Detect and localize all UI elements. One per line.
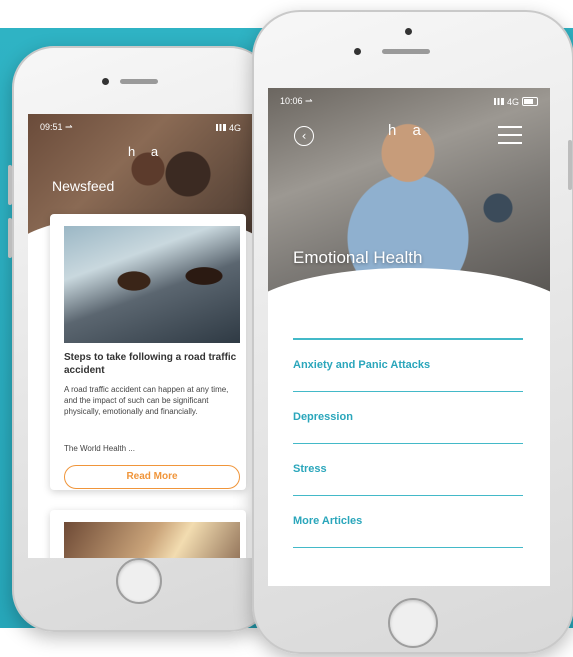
front-phone-screen: 10:06 ⇀ 4G ‹ h a Emotional Health Anxiet… [268,88,550,586]
article-card[interactable] [50,510,246,558]
volume-button [8,165,12,205]
status-carrier: 4G [228,122,241,133]
battery-icon [522,97,538,106]
article-excerpt: A road traffic accident can happen at an… [64,385,229,416]
article-title: Steps to take following a road traffic a… [64,352,237,376]
topic-link-depression[interactable]: Depression [293,392,523,444]
chevron-left-icon[interactable]: ‹ [294,126,314,146]
topic-link-stress[interactable]: Stress [293,444,523,496]
volume-button [8,218,12,258]
home-button[interactable] [116,558,162,604]
front-camera [354,48,361,55]
power-button [568,140,572,190]
earpiece-speaker [120,79,158,84]
read-more-button[interactable]: Read More [64,465,240,489]
home-button[interactable] [388,598,438,648]
emotional-health-hero-image [268,88,550,358]
topic-list: Anxiety and Panic Attacks Depression Str… [293,338,523,548]
status-time: 09:51 ⇀ [40,122,73,132]
app-logo: h a [388,122,427,139]
page-title: Emotional Health [293,248,423,267]
article-card[interactable]: Steps to take following a road traffic a… [50,214,246,490]
status-time: 10:06 ⇀ [280,96,313,106]
article-image [64,522,240,558]
status-bar: 09:51 ⇀ 4G [28,122,253,133]
article-image [64,226,240,343]
topic-link-more-articles[interactable]: More Articles [293,496,523,548]
status-carrier: 4G [506,96,519,107]
hamburger-menu-icon[interactable] [498,126,522,144]
front-camera [102,78,109,85]
signal-icon [493,98,504,105]
front-camera-top [405,28,412,35]
app-logo: h a [128,144,165,159]
earpiece-speaker [382,49,430,54]
article-source: The World Health ... [64,444,135,453]
status-bar: 10:06 ⇀ 4G [268,96,550,107]
signal-icon [215,124,226,131]
back-phone-screen: 09:51 ⇀ 4G h a Newsfeed Steps to take fo… [28,114,253,558]
page-title: Newsfeed [52,178,115,194]
topic-link-anxiety[interactable]: Anxiety and Panic Attacks [293,340,523,392]
